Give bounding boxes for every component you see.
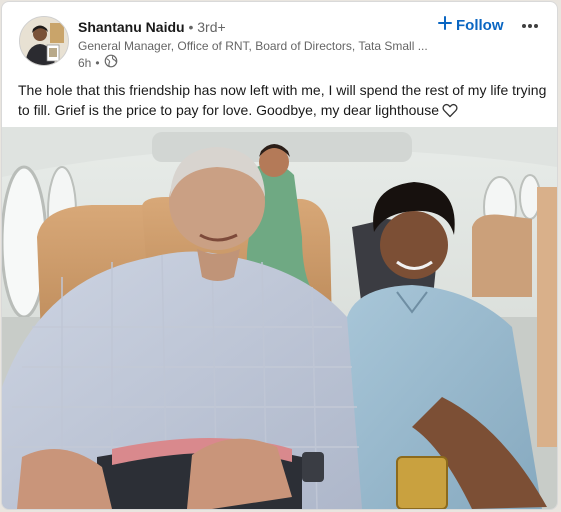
follow-button[interactable]: Follow	[432, 13, 510, 37]
post-photo-illustration	[2, 127, 557, 509]
connection-degree: 3rd+	[197, 19, 226, 35]
post-header: Shantanu Naidu • 3rd+ General Manager, O…	[2, 2, 557, 74]
ellipsis-icon	[521, 16, 539, 34]
plus-icon	[438, 16, 452, 34]
name-separator: •	[188, 19, 194, 35]
post-image[interactable]	[2, 127, 557, 509]
author-avatar-image	[20, 17, 68, 65]
feed-post-card: Shantanu Naidu • 3rd+ General Manager, O…	[1, 1, 558, 510]
post-text-body: The hole that this friendship has now le…	[18, 82, 547, 118]
meta-separator: •	[95, 56, 100, 70]
white-heart-icon	[442, 103, 458, 123]
globe-icon	[104, 54, 118, 72]
author-headline: General Manager, Office of RNT, Board of…	[78, 39, 428, 53]
more-options-button[interactable]	[517, 13, 543, 37]
post-time: 6h	[78, 56, 92, 70]
author-name-row: Shantanu Naidu • 3rd+	[78, 18, 226, 36]
author-name[interactable]: Shantanu Naidu	[78, 19, 185, 35]
author-avatar[interactable]	[19, 16, 69, 66]
post-text: The hole that this friendship has now le…	[18, 80, 548, 123]
follow-label: Follow	[456, 16, 504, 34]
post-meta: 6h •	[78, 54, 118, 72]
